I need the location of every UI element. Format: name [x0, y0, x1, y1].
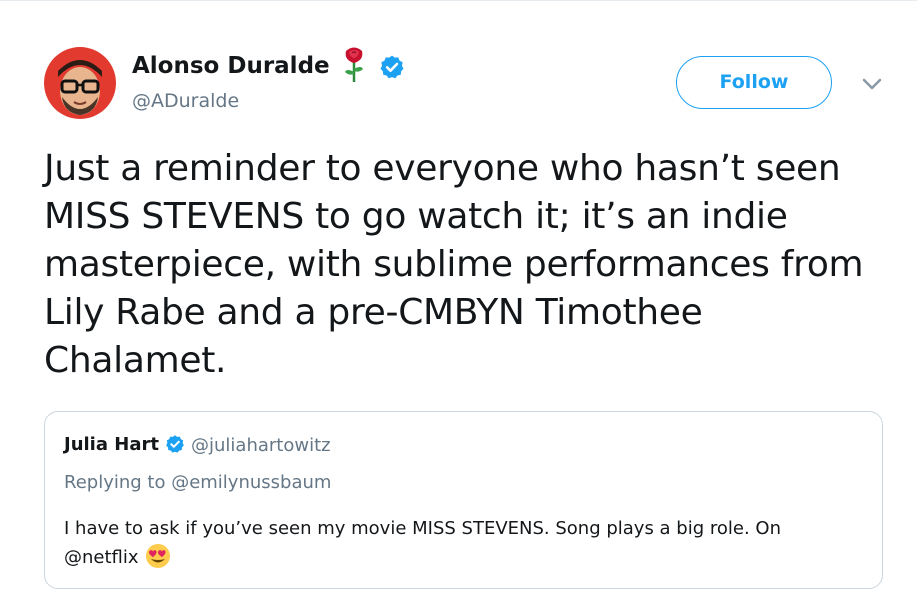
heart-eyes-emoji-icon: [145, 544, 170, 568]
tweet-text-line: MISS STEVENS to go watch it; it’s an ind…: [44, 196, 788, 237]
quoted-tweet-card[interactable]: Julia Hart @juliahartowitz Replying to @…: [44, 411, 883, 589]
avatar-image: [44, 47, 116, 119]
quoted-tweet-text: I have to ask if you’ve seen my movie MI…: [64, 515, 864, 572]
avatar[interactable]: [44, 47, 116, 119]
quoted-author-handle: @juliahartowitz: [191, 435, 331, 456]
quoted-text-mention: @netflix: [64, 547, 139, 568]
rose-icon: [345, 47, 363, 82]
tweet-text-line: Lily Rabe and a pre-CMBYN Timothee: [44, 292, 703, 333]
follow-button[interactable]: Follow: [676, 56, 832, 109]
tweet-text-line: masterpiece, with sublime performances f…: [44, 244, 864, 285]
tweet-embed: Alonso Duralde @ADuralde Follow Just a r…: [0, 0, 917, 593]
chevron-down-icon[interactable]: [861, 76, 883, 92]
verified-badge-icon: [380, 55, 404, 79]
tweet-text-line: Chalamet.: [44, 340, 227, 381]
quoted-text-line-2: @netflix: [64, 543, 864, 572]
quoted-author-name: Julia Hart: [64, 434, 159, 455]
quoted-text-line: I have to ask if you’ve seen my movie MI…: [64, 518, 781, 539]
author-handle[interactable]: @ADuralde: [132, 90, 239, 112]
quoted-verified-badge-icon: [166, 435, 184, 453]
tweet-text-line: Just a reminder to everyone who hasn’t s…: [44, 148, 841, 189]
replying-to-label: Replying to @emilynussbaum: [64, 472, 332, 493]
author-name[interactable]: Alonso Duralde: [132, 53, 330, 79]
tweet-text: Just a reminder to everyone who hasn’t s…: [44, 145, 904, 385]
